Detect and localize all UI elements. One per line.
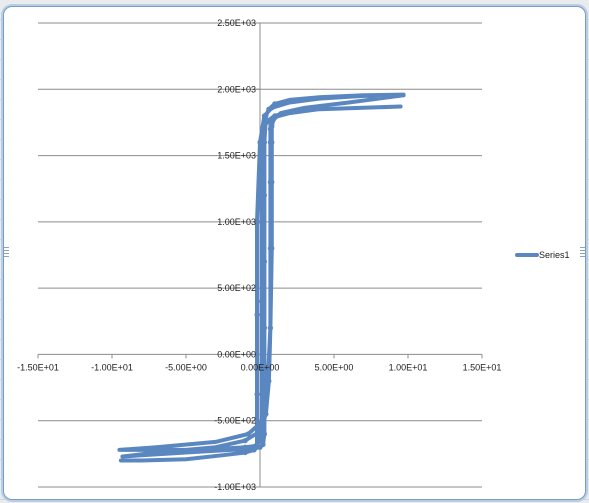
y-tick-label-4: 1.00E+03 <box>217 217 256 227</box>
x-tick-label-0: -1.50E+01 <box>17 362 59 372</box>
y-tick-label-1: -5.00E+02 <box>214 416 256 426</box>
series-point-0-65 <box>270 117 276 123</box>
series-point-0-61 <box>269 245 275 251</box>
series-point-0-57 <box>245 431 251 437</box>
series-point-0-8 <box>261 192 268 198</box>
series-point-0-63 <box>269 139 275 145</box>
series-point-0-50 <box>242 444 248 450</box>
hysteresis-chart: -1.50E+01 -1.00E+01 -5.00E+00 0.00E+00 5.00E… <box>17 18 570 492</box>
x-tick-label-3: 0.00E+00 <box>241 362 280 372</box>
y-tick-label-2: 0.00E+00 <box>217 349 256 359</box>
series-point-0-64 <box>269 123 275 130</box>
series-point-0-11 <box>261 391 268 397</box>
series-point-0-25 <box>266 378 272 384</box>
y-tick-label-5: 1.50E+03 <box>217 151 256 161</box>
series-point-0-41 <box>264 118 270 124</box>
y-tick-label-3: 5.00E+02 <box>217 283 256 293</box>
series-point-0-10 <box>261 325 268 331</box>
plot-series[interactable] <box>117 92 406 463</box>
x-tick-label-2: -5.00E+00 <box>165 362 207 372</box>
y-tick-label-0: -1.00E+03 <box>214 482 256 492</box>
series-point-0-74 <box>261 113 268 119</box>
x-tick-label-4: 5.00E+00 <box>315 362 354 372</box>
series-point-0-60 <box>267 325 273 331</box>
series-point-0-7 <box>261 139 268 145</box>
legend[interactable]: Series1 <box>515 250 570 260</box>
x-tick-label-6: 1.50E+01 <box>463 362 502 372</box>
chart-area[interactable]: -1.50E+01 -1.00E+01 -5.00E+00 0.00E+00 5.00E… <box>3 6 586 500</box>
series-point-0-45 <box>258 298 265 304</box>
series-point-0-75 <box>257 139 263 145</box>
series-point-0-43 <box>258 152 265 159</box>
series-line-0[interactable] <box>117 92 406 463</box>
series-point-0-42 <box>260 126 266 132</box>
series-point-0-81 <box>251 447 257 453</box>
x-tick-label-5: 1.00E+01 <box>389 362 428 372</box>
series-point-0-24 <box>263 411 269 417</box>
series-point-0-62 <box>269 179 275 185</box>
series-point-0-77 <box>254 312 260 318</box>
series-point-0-78 <box>254 391 260 397</box>
y-tick-label-7: 2.50E+03 <box>217 18 256 28</box>
series-point-0-58 <box>260 418 266 424</box>
series-point-0-44 <box>258 219 265 225</box>
x-tick-label-1: -1.00E+01 <box>91 362 133 372</box>
series-point-0-22 <box>242 438 248 444</box>
left-resize-handle[interactable] <box>4 247 9 259</box>
series-point-0-48 <box>257 438 263 444</box>
y-tick-label-6: 2.00E+03 <box>217 84 256 94</box>
series-point-0-9 <box>261 259 268 265</box>
right-resize-handle[interactable] <box>580 247 585 259</box>
series-point-0-59 <box>264 384 270 391</box>
series-point-0-82 <box>242 449 248 456</box>
series-point-0-12 <box>261 431 268 437</box>
series-point-0-79 <box>254 431 260 437</box>
legend-label-0: Series1 <box>539 250 570 260</box>
series-point-0-73 <box>269 105 275 111</box>
